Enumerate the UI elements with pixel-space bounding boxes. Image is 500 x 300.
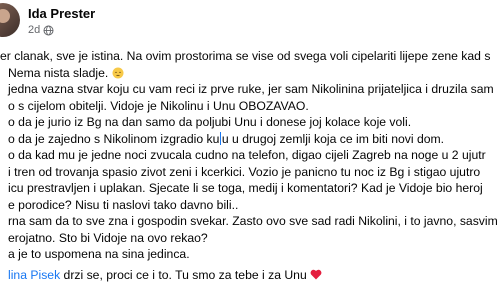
mention-link[interactable]: lina Pisek bbox=[8, 268, 60, 282]
author-name[interactable]: Ida Prester bbox=[28, 6, 95, 21]
post-text-line: jedna vazna stvar koju cu vam reci iz pr… bbox=[8, 82, 494, 96]
post-text-line: o da kad mu je jedne noci zvucala cudno … bbox=[8, 148, 486, 162]
author-avatar[interactable] bbox=[0, 3, 20, 37]
post-text-line: erojatno. Sto bi Vidoje na ovo rekao? bbox=[8, 230, 208, 245]
pensive-face-emoji-icon bbox=[112, 67, 124, 79]
post-header: Ida Prester 2d bbox=[0, 0, 500, 44]
post-text-line: o s cijelom obitelji. Vidoje je Nikolinu… bbox=[8, 98, 309, 113]
globe-icon bbox=[43, 25, 54, 36]
post-meta: 2d bbox=[28, 24, 54, 36]
post-text-line: rna sam da to sve zna i gospodin svekar.… bbox=[8, 214, 498, 228]
post-text-line: icu prestravljen i uplakan. Sjecate li s… bbox=[8, 181, 483, 195]
post-timestamp[interactable]: 2d bbox=[28, 24, 40, 36]
post-text-line: i tren od trovanja spasio zivot zeni i k… bbox=[8, 164, 481, 179]
post-text-line: e porodice? Nisu ti naslovi tako davno b… bbox=[8, 197, 239, 212]
post-text-line: er clanak, sve je istina. Na ovim prosto… bbox=[0, 49, 491, 63]
post-text-line: Nema nista sladje. bbox=[8, 65, 124, 82]
red-heart-icon bbox=[310, 268, 322, 280]
facebook-post: Ida Prester 2d er clanak, sve je istina.… bbox=[0, 0, 500, 300]
post-text-line: lina Pisek drzi se, proci ce i to. Tu sm… bbox=[8, 267, 322, 284]
post-text-line: o da je jurio iz Bg na dan samo da polju… bbox=[8, 115, 412, 129]
post-text-line: a je to uspomena na sina jedinca. bbox=[8, 247, 190, 261]
post-text-line: o da je zajedno s Nikolinom izgradio ku u… bbox=[8, 131, 445, 146]
